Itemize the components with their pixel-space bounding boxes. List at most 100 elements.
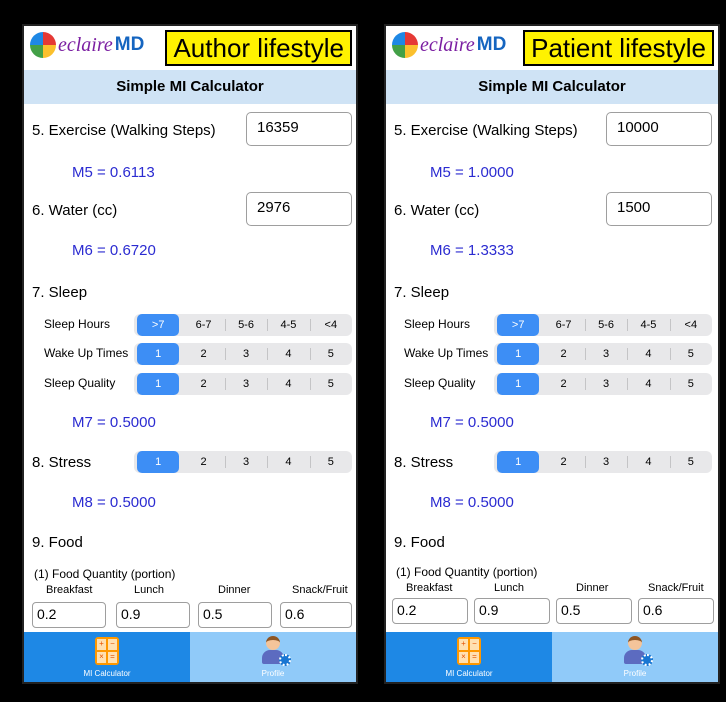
tab-mi-calculator[interactable]: + − × = MI Calculator: [386, 632, 552, 682]
tab-bar: + − × = MI Calculator Profile: [386, 632, 718, 682]
segment-option[interactable]: 1: [497, 451, 540, 473]
segment-option[interactable]: 3: [224, 373, 267, 395]
snack-fruit-input[interactable]: 0.6: [280, 602, 352, 628]
food-heading: 9. Food: [32, 534, 83, 551]
segment-option[interactable]: 2: [182, 451, 224, 473]
wake-up-times-segmented[interactable]: 12345: [494, 343, 712, 365]
segment-option[interactable]: 4-5: [267, 314, 309, 336]
exercise-label: 5. Exercise (Walking Steps): [394, 122, 578, 139]
exercise-steps-input[interactable]: 10000: [606, 112, 712, 146]
dinner-header: Dinner: [218, 584, 251, 596]
segment-option[interactable]: 2: [182, 343, 224, 365]
sleep-hours-label: Sleep Hours: [404, 317, 471, 331]
tab-profile[interactable]: Profile: [190, 632, 356, 682]
segment-option[interactable]: <4: [669, 314, 712, 336]
m6-result: M6 = 0.6720: [72, 242, 156, 259]
tab-mi-calculator[interactable]: + − × = MI Calculator: [24, 632, 190, 682]
segment-option[interactable]: 6-7: [542, 314, 584, 336]
form-body: 5. Exercise (Walking Steps) 10000 M5 = 1…: [386, 104, 718, 604]
m7-result: M7 = 0.5000: [72, 414, 156, 431]
segment-option[interactable]: 2: [542, 343, 584, 365]
stress-segmented[interactable]: 12345: [494, 451, 712, 473]
segment-option[interactable]: 5-6: [584, 314, 627, 336]
sleep-hours-segmented[interactable]: >7 6-7 5-6 4-5 <4: [494, 314, 712, 336]
breakfast-header: Breakfast: [46, 584, 93, 596]
calculator-icon: + − × =: [95, 637, 119, 665]
segment-option[interactable]: 1: [497, 343, 540, 365]
logo-brand: eclaire: [420, 33, 475, 56]
profile-icon: [259, 636, 291, 666]
segment-option[interactable]: 4: [627, 451, 669, 473]
sleep-quality-segmented[interactable]: 12345: [134, 373, 352, 395]
logo-brand: eclaire: [58, 33, 113, 56]
segment-option[interactable]: 5: [669, 373, 712, 395]
author-lifestyle-panel: eclaire MD Author lifestyle Simple MI Cal…: [22, 24, 358, 684]
dinner-header: Dinner: [576, 582, 609, 594]
sleep-heading: 7. Sleep: [32, 284, 88, 301]
food-quantity-subheading: (1) Food Quantity (portion): [396, 565, 538, 579]
tab-profile[interactable]: Profile: [552, 632, 718, 682]
segment-option[interactable]: 3: [584, 343, 627, 365]
segment-option[interactable]: 2: [182, 373, 224, 395]
segment-option[interactable]: 3: [584, 451, 627, 473]
top-bar: eclaire MD Author lifestyle: [24, 26, 356, 70]
food-quantity-subheading: (1) Food Quantity (portion): [34, 567, 176, 581]
segment-option[interactable]: 4: [267, 451, 309, 473]
segment-option[interactable]: 5: [669, 343, 712, 365]
segment-option[interactable]: 4: [267, 343, 309, 365]
sleep-hours-label: Sleep Hours: [44, 317, 111, 331]
lunch-input[interactable]: 0.9: [474, 598, 550, 624]
stress-segmented[interactable]: 12345: [134, 451, 352, 473]
water-input[interactable]: 1500: [606, 192, 712, 226]
segment-option[interactable]: 5: [309, 373, 352, 395]
segment-option[interactable]: 3: [224, 343, 267, 365]
sleep-quality-label: Sleep Quality: [404, 376, 476, 390]
snack-fruit-header: Snack/Fruit: [292, 584, 348, 596]
snack-fruit-input[interactable]: 0.6: [638, 598, 714, 624]
segment-option[interactable]: 1: [497, 373, 540, 395]
segment-option[interactable]: 6-7: [182, 314, 224, 336]
segment-option[interactable]: 1: [137, 343, 180, 365]
segment-option[interactable]: 5-6: [224, 314, 267, 336]
segment-option[interactable]: 1: [137, 373, 180, 395]
sleep-quality-segmented[interactable]: 12345: [494, 373, 712, 395]
segment-option[interactable]: 3: [224, 451, 267, 473]
tab-mi-calculator-label: MI Calculator: [445, 669, 493, 678]
segment-option[interactable]: 5: [309, 451, 352, 473]
stress-label: 8. Stress: [32, 454, 92, 471]
segment-option[interactable]: 1: [137, 451, 180, 473]
segment-option[interactable]: >7: [137, 314, 180, 336]
lunch-input[interactable]: 0.9: [116, 602, 190, 628]
segment-option[interactable]: 4: [267, 373, 309, 395]
segment-option[interactable]: >7: [497, 314, 540, 336]
segment-option[interactable]: 5: [669, 451, 712, 473]
sleep-heading: 7. Sleep: [394, 284, 450, 301]
segment-option[interactable]: 2: [542, 451, 584, 473]
water-input[interactable]: 2976: [246, 192, 352, 226]
segment-option[interactable]: 5: [309, 343, 352, 365]
segment-option[interactable]: 4: [627, 343, 669, 365]
wake-up-times-segmented[interactable]: 12345: [134, 343, 352, 365]
snack-fruit-header: Snack/Fruit: [648, 582, 704, 594]
segment-option[interactable]: 2: [542, 373, 584, 395]
logo-ball-icon: [392, 32, 418, 58]
segment-option[interactable]: 3: [584, 373, 627, 395]
tab-bar: + − × = MI Calculator Profile: [24, 632, 356, 682]
tab-profile-label: Profile: [261, 669, 285, 678]
sleep-hours-segmented[interactable]: >7 6-7 5-6 4-5 <4: [134, 314, 352, 336]
breakfast-input[interactable]: 0.2: [392, 598, 468, 624]
exercise-label: 5. Exercise (Walking Steps): [32, 122, 216, 139]
breakfast-input[interactable]: 0.2: [32, 602, 106, 628]
dinner-input[interactable]: 0.5: [198, 602, 272, 628]
dinner-input[interactable]: 0.5: [556, 598, 632, 624]
segment-option[interactable]: <4: [309, 314, 352, 336]
eclairemd-logo: eclaire MD: [392, 32, 506, 58]
logo-suffix: MD: [476, 34, 507, 55]
sleep-quality-label: Sleep Quality: [44, 376, 116, 390]
water-label: 6. Water (cc): [32, 202, 118, 219]
segment-option[interactable]: 4: [627, 373, 669, 395]
segment-option[interactable]: 4-5: [627, 314, 669, 336]
breakfast-header: Breakfast: [406, 582, 453, 594]
exercise-steps-input[interactable]: 16359: [246, 112, 352, 146]
tab-profile-label: Profile: [623, 669, 647, 678]
